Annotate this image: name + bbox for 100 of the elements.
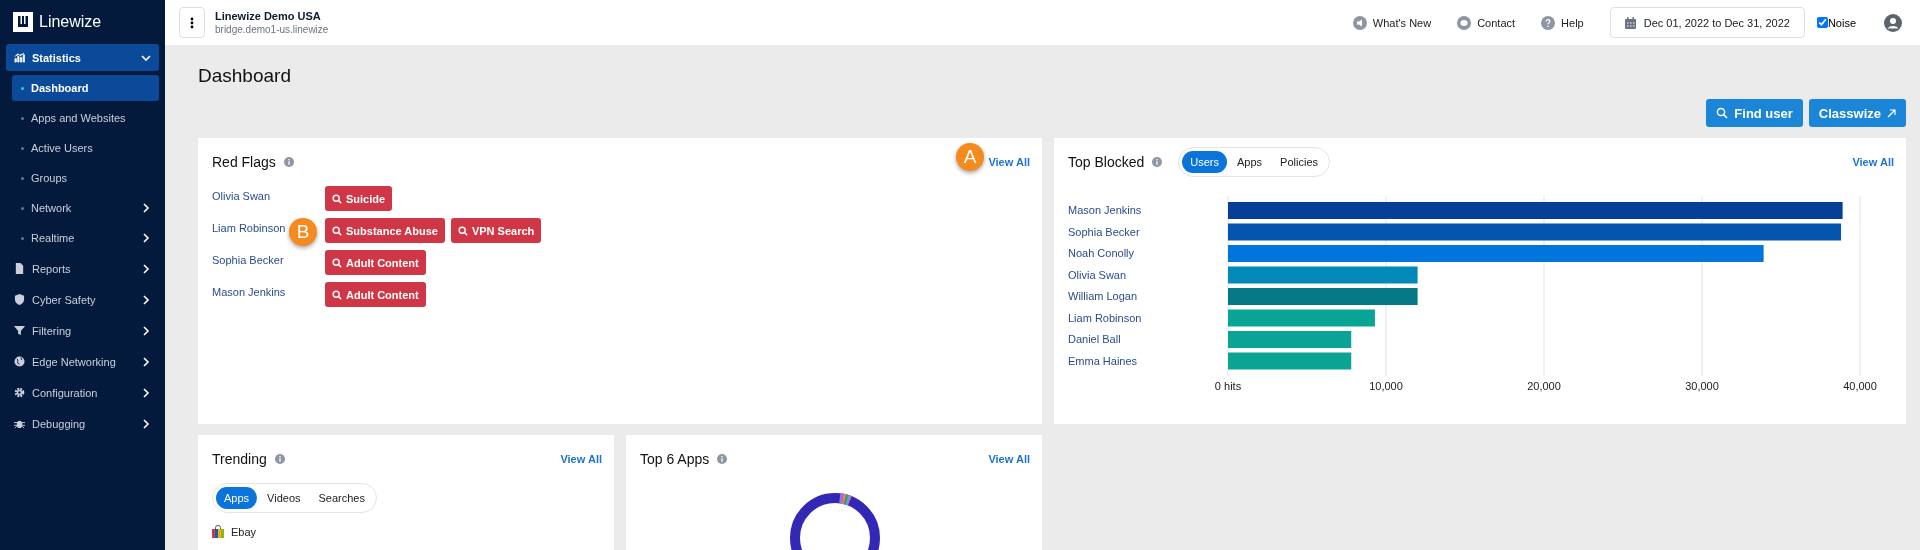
- user-link[interactable]: Olivia Swan: [1068, 268, 1127, 281]
- nav-item[interactable]: Filtering: [6, 317, 159, 344]
- user-link[interactable]: Mason Jenkins: [212, 285, 286, 298]
- axis-tick-label: 20,000: [1527, 380, 1561, 392]
- chevron-icon: [141, 294, 151, 305]
- user-link[interactable]: Liam Robinson: [1068, 311, 1142, 324]
- search-icon: [332, 225, 342, 236]
- nav-item[interactable]: Groups: [12, 165, 159, 191]
- search-icon: [457, 225, 468, 236]
- chevron-icon: [141, 387, 151, 398]
- annotation-marker: B: [289, 218, 317, 246]
- nav-item[interactable]: Apps and Websites: [12, 105, 159, 131]
- menu-button[interactable]: [179, 7, 205, 38]
- view-all-link[interactable]: View All: [988, 156, 1030, 168]
- axis-tick-label: 0 hits: [1214, 380, 1242, 392]
- shield-icon: [14, 294, 25, 305]
- user-link[interactable]: Olivia Swan: [212, 189, 271, 202]
- user-link[interactable]: Noah Conolly: [1068, 247, 1135, 259]
- megaphone-icon: [1352, 15, 1367, 30]
- user-link[interactable]: Sophia Becker: [212, 253, 284, 266]
- nav-item[interactable]: Realtime: [12, 225, 159, 251]
- user-link[interactable]: Emma Haines: [1068, 354, 1138, 367]
- flag-button[interactable]: VPN Search: [450, 218, 542, 243]
- user-link[interactable]: Liam Robinson: [212, 221, 286, 234]
- user-link[interactable]: Daniel Ball: [1068, 333, 1121, 345]
- nav-item[interactable]: Edge Networking: [6, 348, 159, 375]
- bug-icon: [14, 418, 25, 429]
- shopping-bag-icon: [212, 525, 224, 538]
- info-icon: [274, 454, 285, 464]
- flag-button[interactable]: Substance Abuse: [325, 218, 445, 243]
- chevron-icon: [141, 233, 151, 243]
- chevron-icon: [141, 263, 151, 274]
- user-link[interactable]: Mason Jenkins: [1068, 204, 1142, 216]
- info-icon: [283, 157, 294, 167]
- nav-item[interactable]: Dashboard: [12, 75, 159, 101]
- view-all-link[interactable]: View All: [560, 453, 602, 465]
- header-link[interactable]: What's New: [1352, 15, 1432, 30]
- view-all-link[interactable]: View All: [1852, 156, 1894, 168]
- classwize-button[interactable]: Classwize: [1808, 99, 1906, 127]
- funnel-icon: [14, 325, 25, 336]
- calendar-icon: [1624, 16, 1636, 29]
- page-title: Dashboard: [198, 65, 292, 88]
- flag-button[interactable]: Suicide: [325, 186, 393, 211]
- external-link-icon: [1887, 108, 1896, 118]
- tab[interactable]: Videos: [259, 487, 309, 509]
- chart-icon: [14, 52, 25, 63]
- user-link[interactable]: Sophia Becker: [1068, 225, 1140, 238]
- chevron-icon: [141, 418, 151, 429]
- host-name: bridge.demo1-us.linewize: [215, 24, 329, 35]
- search-icon: [332, 193, 342, 204]
- flag-button[interactable]: Adult Content: [325, 282, 426, 307]
- flag-button[interactable]: Adult Content: [325, 250, 426, 275]
- axis-tick-label: 10,000: [1369, 380, 1403, 392]
- nav-item[interactable]: Cyber Safety: [6, 286, 159, 313]
- card-title: Top Blocked: [1068, 154, 1145, 170]
- nav-item[interactable]: Reports: [6, 255, 159, 282]
- logo-icon: [13, 12, 33, 32]
- card-title: Red Flags: [212, 154, 276, 170]
- gear-icon: [14, 387, 25, 398]
- nav-item[interactable]: Network: [12, 195, 159, 221]
- nav-item[interactable]: Statistics: [6, 44, 159, 71]
- nav-item[interactable]: Active Users: [12, 135, 159, 161]
- document-icon: [14, 263, 25, 274]
- search-icon: [332, 289, 342, 300]
- date-range-button[interactable]: Dec 01, 2022 to Dec 31, 2022: [1609, 7, 1805, 38]
- tab[interactable]: Apps: [1229, 151, 1271, 173]
- tab[interactable]: Apps: [216, 487, 258, 509]
- nav-item[interactable]: Debugging: [6, 410, 159, 437]
- tab[interactable]: Policies: [1272, 151, 1326, 173]
- noise-checkbox[interactable]: [1816, 17, 1828, 28]
- header-link[interactable]: Help: [1541, 15, 1584, 30]
- user-avatar-icon[interactable]: [1884, 13, 1902, 32]
- find-user-button[interactable]: Find user: [1706, 99, 1803, 127]
- logo-text: Linewize: [39, 13, 102, 31]
- tab[interactable]: Searches: [310, 487, 373, 509]
- search-icon: [1716, 107, 1729, 119]
- nav-item[interactable]: Configuration: [6, 379, 159, 406]
- header-link[interactable]: Contact: [1457, 15, 1516, 30]
- noise-label: Noise: [1827, 16, 1856, 29]
- info-icon: [1152, 157, 1163, 167]
- globe-icon: [14, 356, 25, 367]
- chevron-icon: [141, 325, 151, 336]
- info-icon: [717, 454, 728, 464]
- axis-tick-label: 40,000: [1843, 380, 1877, 392]
- trending-item[interactable]: Ebay: [231, 525, 257, 538]
- organization-name: Linewize Demo USA: [215, 10, 322, 22]
- tab[interactable]: Users: [1182, 151, 1227, 173]
- axis-tick-label: 30,000: [1685, 380, 1719, 392]
- search-icon: [332, 257, 342, 268]
- card-title: Trending: [212, 451, 267, 467]
- annotation-marker: A: [956, 143, 984, 171]
- chat-bubble-icon: [1457, 15, 1472, 30]
- chevron-icon: [141, 356, 151, 367]
- menu-icon: [190, 16, 194, 29]
- help-icon: [1541, 15, 1556, 30]
- card-title: Top 6 Apps: [640, 451, 710, 467]
- user-link[interactable]: William Logan: [1068, 290, 1138, 302]
- chevron-icon: [141, 203, 151, 213]
- view-all-link[interactable]: View All: [988, 453, 1030, 465]
- chevron-icon: [141, 52, 151, 63]
